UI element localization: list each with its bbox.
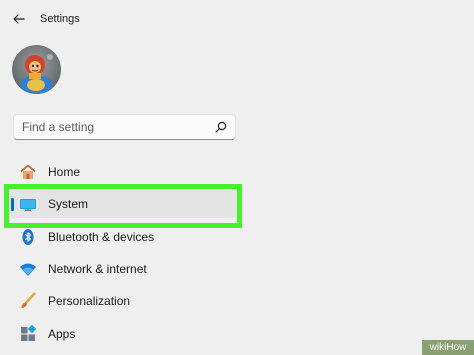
sidebar-item-bluetooth[interactable]: Bluetooth & devices: [10, 223, 236, 251]
sidebar-item-label: Network & internet: [48, 262, 147, 276]
sidebar-item-personalization[interactable]: Personalization: [10, 287, 236, 315]
sidebar-item-label: Personalization: [48, 294, 131, 308]
settings-window: Settings Find a setting Home System Blue…: [0, 0, 474, 355]
window-title: Settings: [40, 13, 80, 25]
sidebar-item-label: Home: [48, 165, 81, 179]
sidebar-item-home[interactable]: Home: [10, 158, 236, 186]
back-button[interactable]: [8, 9, 30, 29]
system-display-icon: [19, 195, 37, 213]
sidebar-item-label: Apps: [48, 327, 76, 341]
search-icon[interactable]: [215, 121, 227, 133]
sidebar-item-network[interactable]: Network & internet: [10, 255, 236, 283]
bluetooth-icon: [19, 228, 37, 246]
sidebar-item-label: System: [48, 197, 89, 211]
selection-indicator: [11, 198, 14, 211]
avatar[interactable]: [12, 45, 61, 94]
apps-icon: [19, 325, 37, 343]
home-icon: [19, 163, 37, 181]
search-input[interactable]: [14, 115, 212, 139]
sidebar-item-apps[interactable]: Apps: [10, 320, 236, 348]
search-box[interactable]: [13, 114, 236, 140]
sidebar-item-system[interactable]: System: [10, 190, 236, 218]
user-avatar: [12, 45, 61, 94]
wikihow-watermark: wikiHow: [422, 340, 474, 355]
sidebar-item-label: Bluetooth & devices: [48, 230, 155, 244]
brush-icon: [19, 292, 37, 310]
back-arrow-icon: [13, 14, 25, 24]
wifi-icon: [19, 260, 37, 278]
